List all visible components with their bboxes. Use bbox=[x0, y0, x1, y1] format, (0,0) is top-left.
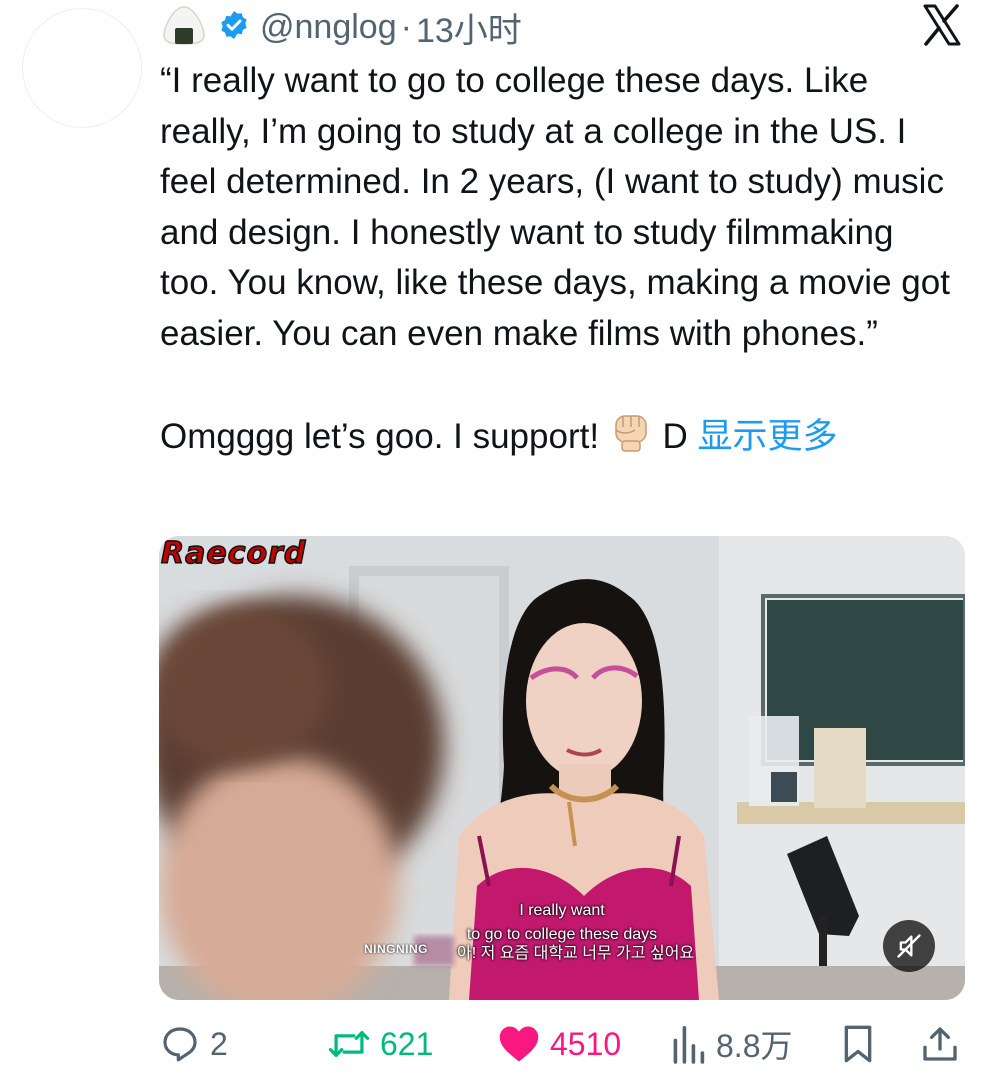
show-more-link[interactable]: 显示更多 bbox=[698, 417, 838, 456]
verified-badge-icon bbox=[218, 9, 250, 46]
muted-speaker-icon bbox=[897, 934, 921, 958]
views-chart-icon bbox=[673, 1026, 705, 1064]
views-button[interactable]: 8.8万 bbox=[670, 1016, 793, 1072]
reply-icon bbox=[163, 1027, 197, 1062]
retweet-count: 621 bbox=[380, 1025, 434, 1062]
views-count: 8.8万 bbox=[716, 1028, 793, 1064]
heart-icon bbox=[499, 1026, 539, 1062]
raised-fist-icon bbox=[609, 410, 653, 469]
tweet-header: @nnglog · 13小时 bbox=[160, 4, 522, 50]
user-handle[interactable]: @nnglog bbox=[260, 8, 397, 47]
reply-count: 2 bbox=[210, 1025, 228, 1062]
like-count: 4510 bbox=[550, 1025, 622, 1062]
dot-separator: · bbox=[400, 7, 412, 46]
tweet-text: “I really want to go to college these da… bbox=[160, 56, 960, 468]
reply-button[interactable]: 2 bbox=[160, 1016, 228, 1072]
bookmark-icon bbox=[844, 1025, 872, 1063]
bookmark-button[interactable] bbox=[840, 1016, 876, 1072]
share-button[interactable] bbox=[920, 1016, 960, 1072]
post-time[interactable]: 13小时 bbox=[416, 3, 522, 52]
retweet-icon bbox=[328, 1031, 370, 1057]
x-logo-icon bbox=[922, 4, 962, 46]
retweet-button[interactable]: 621 bbox=[328, 1016, 433, 1072]
mute-button[interactable] bbox=[883, 920, 935, 972]
action-bar: 2 621 4510 8.8万 bbox=[160, 1016, 964, 1072]
tweet-body: “I really want to go to college these da… bbox=[160, 61, 950, 456]
avatar[interactable] bbox=[22, 8, 142, 128]
speaker-label: NINGNING bbox=[364, 942, 428, 956]
tweet-trailing: D bbox=[652, 416, 698, 456]
share-icon bbox=[923, 1027, 957, 1061]
subtitle-korean: 아! 저 요즘 대학교 너무 가고 싶어요 bbox=[457, 945, 695, 962]
channel-watermark: Raecord bbox=[160, 536, 307, 572]
like-button[interactable]: 4510 bbox=[498, 1016, 621, 1072]
video-player[interactable]: Raecord I really want to go to college t… bbox=[159, 536, 965, 1000]
subtitle-line1: I really want bbox=[519, 902, 605, 919]
onigiri-icon bbox=[160, 4, 208, 51]
